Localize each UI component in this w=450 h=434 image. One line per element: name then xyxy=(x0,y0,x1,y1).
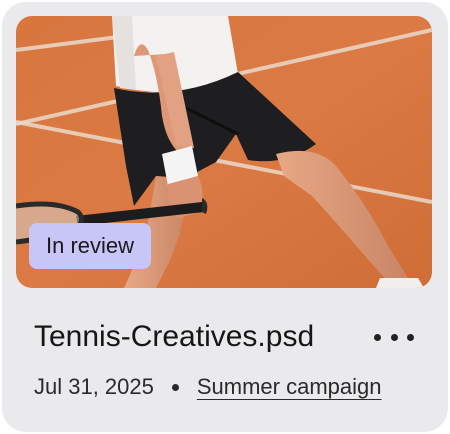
asset-card[interactable]: In review Tennis-Creatives.psd Jul 31, 2… xyxy=(2,2,448,432)
more-horizontal-icon xyxy=(390,333,398,341)
more-options-button[interactable] xyxy=(374,327,414,347)
more-horizontal-icon xyxy=(407,333,414,341)
status-badge: In review xyxy=(29,223,152,269)
asset-thumbnail[interactable]: In review xyxy=(16,16,432,288)
campaign-link[interactable]: Summer campaign xyxy=(197,374,382,400)
more-horizontal-icon xyxy=(374,333,381,341)
file-name[interactable]: Tennis-Creatives.psd xyxy=(34,317,314,357)
meta-row: Jul 31, 2025 Summer campaign xyxy=(34,370,382,404)
title-row: Tennis-Creatives.psd xyxy=(34,317,418,357)
separator-dot-icon xyxy=(171,383,179,391)
modified-date: Jul 31, 2025 xyxy=(34,374,154,399)
